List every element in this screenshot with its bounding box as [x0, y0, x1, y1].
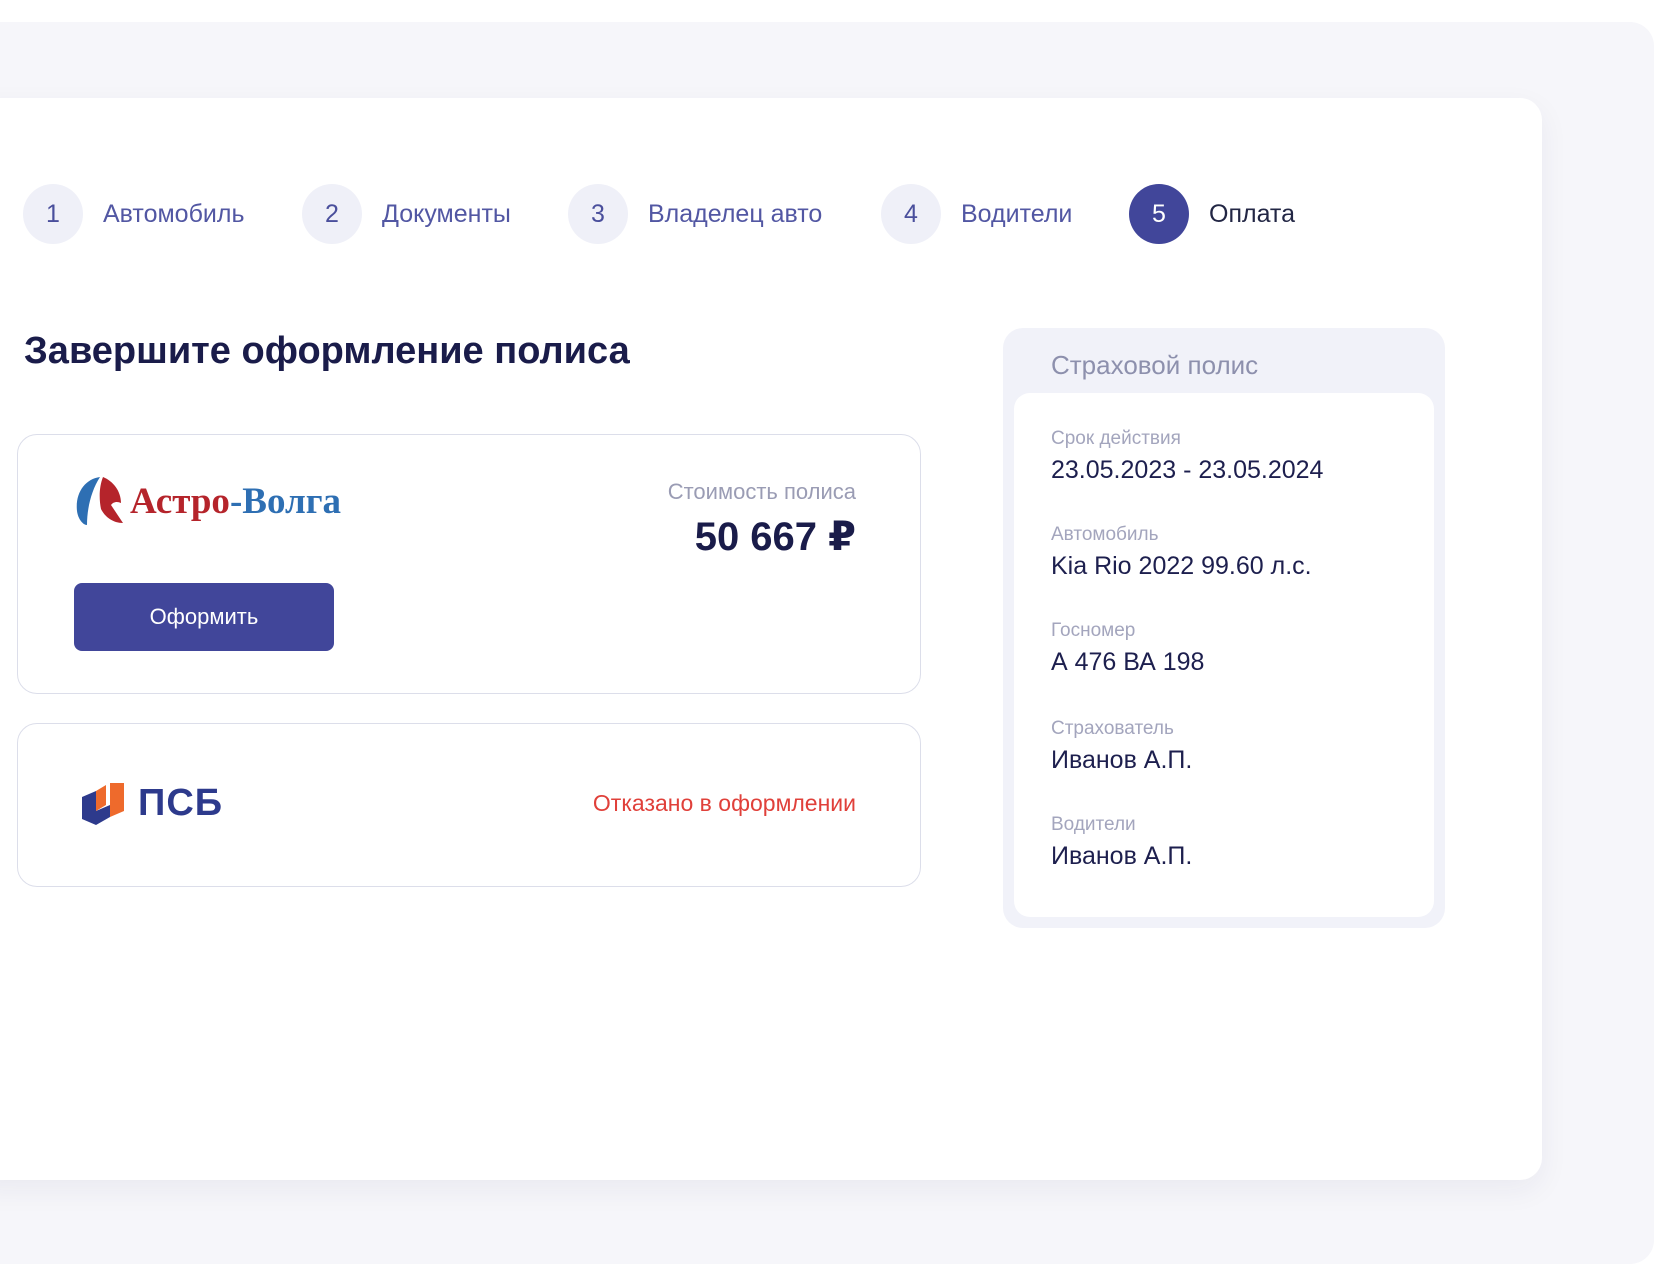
- field-drivers: Водители Иванов А.П.: [1051, 814, 1192, 871]
- page-title: Завершите оформление полиса: [24, 330, 630, 372]
- psb-logo: ПСБ: [82, 782, 223, 825]
- offer-card-astro-volga: Астро-Волга Стоимость полиса 50 667 ₽ Оф…: [17, 434, 921, 694]
- step-number: 5: [1129, 184, 1189, 244]
- field-value: Kia Rio 2022 99.60 л.с.: [1051, 552, 1312, 580]
- field-value: А 476 ВА 198: [1051, 648, 1205, 676]
- field-label: Госномер: [1051, 620, 1136, 641]
- astro-volga-emblem-icon: [76, 477, 123, 525]
- field-car: Автомобиль Kia Rio 2022 99.60 л.с.: [1051, 524, 1312, 581]
- step-label: Владелец авто: [648, 199, 823, 228]
- field-label: Срок действия: [1051, 428, 1181, 449]
- field-label: Страхователь: [1051, 718, 1174, 739]
- price-label: Стоимость полиса: [667, 479, 856, 504]
- step-payment[interactable]: 5 Оплата: [1129, 184, 1295, 244]
- summary-details: Срок действия 23.05.2023 - 23.05.2024 Ав…: [1014, 393, 1434, 917]
- field-value: Иванов А.П.: [1051, 842, 1193, 870]
- step-drivers[interactable]: 4 Водители: [881, 184, 1072, 244]
- refused-status: Отказано в оформлении: [592, 790, 856, 816]
- policy-summary-panel: Страховой полис Срок действия 23.05.2023…: [1003, 328, 1445, 928]
- field-value: Иванов А.П.: [1051, 746, 1193, 774]
- astro-volga-logo: Астро-Волга: [73, 475, 341, 527]
- step-owner[interactable]: 3 Владелец авто: [568, 184, 822, 244]
- summary-title: Страховой полис: [1051, 350, 1259, 380]
- psb-emblem-icon: [82, 782, 124, 825]
- price-value: 50 667 ₽: [694, 515, 856, 559]
- offer-card-psb: ПСБ Отказано в оформлении: [17, 723, 921, 887]
- field-label: Автомобиль: [1051, 524, 1159, 545]
- step-number: 1: [23, 184, 83, 244]
- step-label: Оплата: [1209, 199, 1295, 228]
- step-number: 4: [881, 184, 941, 244]
- step-number: 2: [302, 184, 362, 244]
- field-value: 23.05.2023 - 23.05.2024: [1051, 456, 1324, 484]
- step-car[interactable]: 1 Автомобиль: [23, 184, 244, 244]
- step-label: Водители: [961, 199, 1073, 228]
- field-label: Водители: [1051, 814, 1136, 835]
- step-label: Документы: [382, 199, 511, 228]
- order-button[interactable]: Оформить: [74, 583, 334, 651]
- step-number: 3: [568, 184, 628, 244]
- astro-volga-wordmark: Астро-Волга: [130, 480, 342, 522]
- field-validity: Срок действия 23.05.2023 - 23.05.2024: [1051, 428, 1323, 485]
- step-documents[interactable]: 2 Документы: [302, 184, 511, 244]
- field-plate-number: Госномер А 476 ВА 198: [1051, 620, 1204, 677]
- field-policyholder: Страхователь Иванов А.П.: [1051, 718, 1192, 775]
- psb-wordmark: ПСБ: [138, 782, 224, 824]
- step-label: Автомобиль: [103, 199, 245, 228]
